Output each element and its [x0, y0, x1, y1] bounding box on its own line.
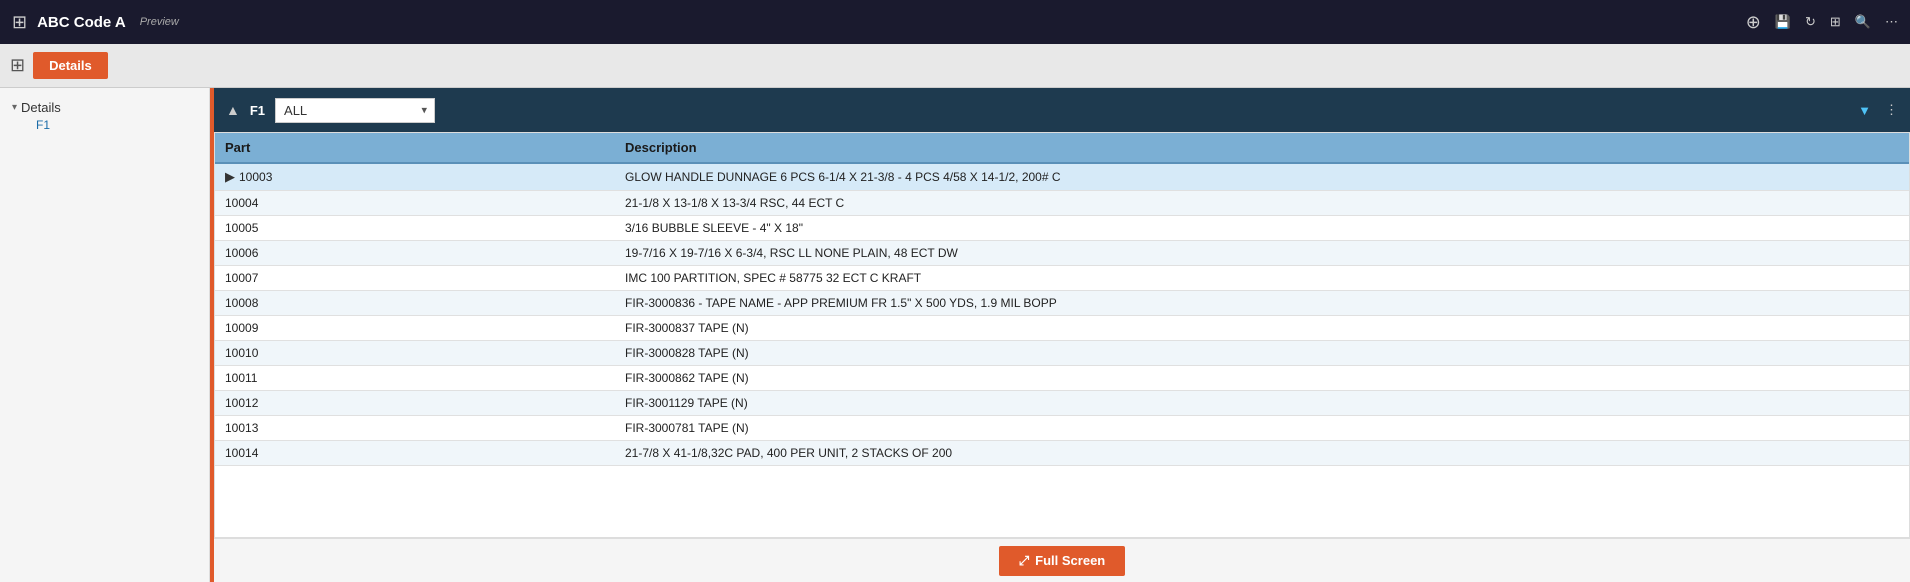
chevron-icon: ▾ [12, 102, 17, 113]
cell-description: FIR-3000828 TAPE (N) [615, 341, 1909, 366]
sidebar-section-details: ▾ Details F1 [0, 96, 209, 139]
cell-part: 10008 [215, 291, 615, 316]
table-row[interactable]: 100053/16 BUBBLE SLEEVE - 4" X 18" [215, 216, 1909, 241]
table-row[interactable]: 10013FIR-3000781 TAPE (N) [215, 416, 1909, 441]
table-row[interactable]: 10011FIR-3000862 TAPE (N) [215, 366, 1909, 391]
cell-part: 10007 [215, 266, 615, 291]
sidebar-section-title[interactable]: ▾ Details [12, 100, 197, 115]
filter-icon[interactable]: ▼ [1858, 103, 1871, 118]
plus-icon[interactable]: ⊕ [1746, 12, 1761, 33]
sidebar-section-label: Details [21, 100, 61, 115]
row-indicator-icon: ▶ [225, 169, 235, 185]
table-row[interactable]: 10007IMC 100 PARTITION, SPEC # 58775 32 … [215, 266, 1909, 291]
save-icon[interactable]: 💾 [1775, 14, 1791, 30]
table-wrapper: Part Description ▶10003GLOW HANDLE DUNNA… [214, 132, 1910, 538]
grid-icon[interactable]: ⊞ [1830, 14, 1841, 30]
cell-part: ▶10003 [215, 163, 615, 191]
top-bar-right: ⊕ 💾 ↻ ⊞ 🔍 ⋯ [1746, 12, 1898, 33]
table-header-row: Part Description [215, 133, 1909, 163]
app-title: ABC Code A [37, 14, 126, 31]
table-row[interactable]: 1000421-1/8 X 13-1/8 X 13-3/4 RSC, 44 EC… [215, 191, 1909, 216]
preview-badge: Preview [140, 16, 179, 28]
cell-description: FIR-3000862 TAPE (N) [615, 366, 1909, 391]
cell-part: 10011 [215, 366, 615, 391]
table-body: ▶10003GLOW HANDLE DUNNAGE 6 PCS 6-1/4 X … [215, 163, 1909, 466]
panel-collapse-button[interactable]: ▲ [226, 102, 240, 118]
col-part: Part [215, 133, 615, 163]
second-bar: ⊞ Details [0, 44, 1910, 88]
left-sidebar: ▾ Details F1 [0, 88, 210, 582]
cell-description: GLOW HANDLE DUNNAGE 6 PCS 6-1/4 X 21-3/8… [615, 163, 1909, 191]
panel-dropdown[interactable]: ALL [275, 98, 435, 123]
top-bar: ⊞ ABC Code A Preview ⊕ 💾 ↻ ⊞ 🔍 ⋯ [0, 0, 1910, 44]
cell-description: FIR-3001129 TAPE (N) [615, 391, 1909, 416]
table-row[interactable]: 10009FIR-3000837 TAPE (N) [215, 316, 1909, 341]
table-header: Part Description [215, 133, 1909, 163]
table-row[interactable]: 10012FIR-3001129 TAPE (N) [215, 391, 1909, 416]
sidebar-toggle-icon[interactable]: ⊞ [10, 55, 25, 76]
cell-part: 10005 [215, 216, 615, 241]
more-icon[interactable]: ⋯ [1885, 14, 1898, 30]
content-area: ▲ F1 ALL ▼ ⋮ Part Description [214, 88, 1910, 582]
table-row[interactable]: 10008FIR-3000836 - TAPE NAME - APP PREMI… [215, 291, 1909, 316]
panel-label: F1 [250, 103, 265, 118]
panel-header: ▲ F1 ALL ▼ ⋮ [214, 88, 1910, 132]
panel-header-right: ▼ ⋮ [1858, 102, 1898, 118]
cell-part: 10010 [215, 341, 615, 366]
cell-description: 19-7/16 X 19-7/16 X 6-3/4, RSC LL NONE P… [615, 241, 1909, 266]
cell-description: 21-7/8 X 41-1/8,32C PAD, 400 PER UNIT, 2… [615, 441, 1909, 466]
cell-part: 10014 [215, 441, 615, 466]
cell-description: 21-1/8 X 13-1/8 X 13-3/4 RSC, 44 ECT C [615, 191, 1909, 216]
cell-description: FIR-3000781 TAPE (N) [615, 416, 1909, 441]
cell-part: 10012 [215, 391, 615, 416]
panel-more-icon[interactable]: ⋮ [1885, 102, 1898, 118]
fullscreen-label: Full Screen [1035, 553, 1105, 568]
refresh-icon[interactable]: ↻ [1805, 14, 1816, 30]
table-row[interactable]: 10010FIR-3000828 TAPE (N) [215, 341, 1909, 366]
cell-part: 10013 [215, 416, 615, 441]
app-grid-icon[interactable]: ⊞ [12, 12, 27, 33]
fullscreen-bar: ⤢ Full Screen [214, 538, 1910, 582]
table-row[interactable]: 1001421-7/8 X 41-1/8,32C PAD, 400 PER UN… [215, 441, 1909, 466]
sidebar-child-f1[interactable]: F1 [12, 115, 197, 135]
top-bar-left: ⊞ ABC Code A Preview [12, 12, 179, 33]
cell-description: 3/16 BUBBLE SLEEVE - 4" X 18" [615, 216, 1909, 241]
panel-dropdown-wrapper: ALL [275, 98, 435, 123]
main-layout: ▾ Details F1 ▲ F1 ALL ▼ ⋮ [0, 88, 1910, 582]
search-icon[interactable]: 🔍 [1855, 14, 1871, 30]
cell-part: 10009 [215, 316, 615, 341]
cell-part: 10004 [215, 191, 615, 216]
details-button[interactable]: Details [33, 52, 108, 79]
cell-description: IMC 100 PARTITION, SPEC # 58775 32 ECT C… [615, 266, 1909, 291]
cell-part: 10006 [215, 241, 615, 266]
parts-table: Part Description ▶10003GLOW HANDLE DUNNA… [215, 133, 1909, 466]
table-row[interactable]: 1000619-7/16 X 19-7/16 X 6-3/4, RSC LL N… [215, 241, 1909, 266]
fullscreen-button[interactable]: ⤢ Full Screen [999, 546, 1125, 576]
cell-description: FIR-3000836 - TAPE NAME - APP PREMIUM FR… [615, 291, 1909, 316]
table-row[interactable]: ▶10003GLOW HANDLE DUNNAGE 6 PCS 6-1/4 X … [215, 163, 1909, 191]
col-description: Description [615, 133, 1909, 163]
cell-description: FIR-3000837 TAPE (N) [615, 316, 1909, 341]
fullscreen-icon: ⤢ [1019, 553, 1029, 569]
